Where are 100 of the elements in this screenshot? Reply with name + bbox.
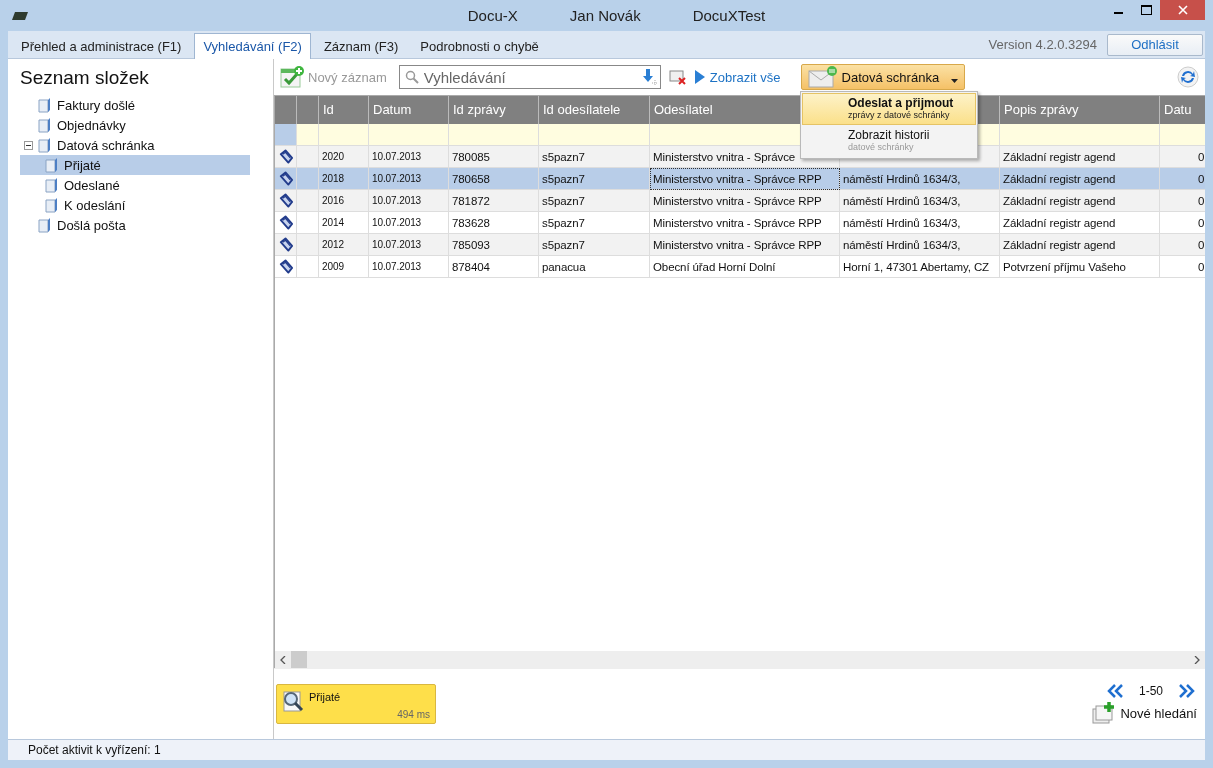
table-cell: Ministerstvo vnitra - Správce RPP [653, 172, 822, 185]
tree-item[interactable]: Došlá pošta [55, 216, 128, 234]
table-cell: s5pazn7 [542, 238, 585, 251]
tree-item[interactable]: Datová schránka [55, 136, 157, 154]
table-cell: 783628 [452, 216, 490, 229]
tree-item[interactable]: K odeslání [62, 196, 128, 214]
new-search-button[interactable]: Nové hledání [1120, 705, 1197, 721]
table-row[interactable]: 2016 10.07.2013 781872 s5pazn7 Ministerstvo vnitra - Správce RPP náměstí Hrdinů 1634/3, Základní registr agend 0 [275, 190, 1205, 212]
table-cell: náměstí Hrdinů 1634/3, [843, 172, 961, 185]
tab[interactable]: Záznam (F3) [314, 33, 408, 58]
table-cell: 0 [1198, 238, 1205, 251]
column-header[interactable]: Datu [1164, 102, 1192, 117]
table-cell: 10.07.2013 [372, 217, 422, 228]
tab[interactable]: Přehled a administrace (F1) [12, 33, 191, 58]
tile-time: 494 ms [397, 709, 430, 720]
tab[interactable]: Vyhledávání (F2) [194, 33, 311, 59]
magnifier-icon [281, 689, 305, 713]
scroll-left-icon[interactable] [280, 655, 286, 664]
table-cell: Ministerstvo vnitra - Správce RPP [653, 194, 822, 207]
folder-icon [37, 217, 51, 233]
table-cell: 10.07.2013 [372, 239, 422, 250]
table-cell: 2009 [322, 261, 344, 272]
table-cell: 0 [1198, 194, 1205, 207]
calendar-check-icon[interactable] [280, 66, 304, 88]
next-page-icon[interactable] [1179, 684, 1195, 698]
table-cell: Ministerstvo vnitra - Správce RPP [653, 216, 822, 229]
table-row[interactable]: 2012 10.07.2013 785093 s5pazn7 Ministerstvo vnitra - Správce RPP náměstí Hrdinů 1634/3, Základní registr agend 0 [275, 234, 1205, 256]
column-header[interactable]: Odesílatel [654, 102, 713, 117]
version-label: Version 4.2.0.3294 [988, 37, 1097, 52]
tile-label: Přijaté [309, 691, 341, 703]
envelope-icon [807, 66, 838, 88]
table-cell: Základní registr agend [1003, 172, 1116, 185]
window-title: Docu-X [467, 7, 518, 24]
table-cell: 2012 [322, 239, 344, 250]
table-row[interactable]: 2014 10.07.2013 783628 s5pazn7 Ministerstvo vnitra - Správce RPP náměstí Hrdinů 1634/3, Základní registr agend 0 [275, 212, 1205, 234]
refresh-icon[interactable] [1177, 66, 1199, 88]
tree-item[interactable]: Objednávky [55, 116, 128, 134]
table-cell: Základní registr agend [1003, 238, 1116, 251]
table-cell: s5pazn7 [542, 150, 585, 163]
table-row[interactable]: 2018 10.07.2013 780658 s5pazn7 Ministerstvo vnitra - Správce RPP náměstí Hrdinů 1634/3, Základní registr agend 0 [275, 168, 1205, 190]
table-cell: 2020 [322, 151, 344, 162]
column-header[interactable]: Popis zprávy [1004, 102, 1079, 117]
table-cell: 0 [1198, 150, 1205, 163]
column-header[interactable]: Id zprávy [453, 102, 506, 117]
table-cell: s5pazn7 [542, 194, 585, 207]
menu-item[interactable]: Odeslat a přijmout zprávy z datové schránky [802, 93, 976, 125]
logout-button[interactable]: Odhlásit [1107, 33, 1203, 56]
table-cell: Obecní úřad Horní Dolní [653, 260, 776, 273]
table-cell: 10.07.2013 [372, 195, 422, 206]
column-header[interactable]: Id [323, 102, 334, 117]
folder-icon [44, 197, 58, 213]
previous-page-icon[interactable] [1106, 684, 1123, 698]
collapse-icon[interactable] [24, 140, 33, 150]
table-cell: 2016 [322, 195, 344, 206]
table-cell: 781872 [452, 194, 490, 207]
tree-item[interactable]: Faktury došlé [55, 96, 138, 114]
caret-icon [951, 79, 959, 83]
table-cell: s5pazn7 [542, 172, 585, 185]
show-all-link[interactable]: Zobrazit vše [709, 69, 781, 85]
search-field[interactable]: Vyhledávání [398, 65, 661, 89]
table-cell: Ministerstvo vnitra - Správce [653, 150, 796, 163]
table-cell: 780658 [452, 172, 490, 185]
folder-icon [37, 97, 51, 113]
horizontal-scrollbar[interactable] [275, 651, 1205, 668]
add-pages-icon[interactable] [1092, 702, 1117, 724]
page-range: 1-50 [1138, 684, 1163, 698]
table-cell: Základní registr agend [1003, 194, 1116, 207]
clear-filter-icon[interactable] [668, 69, 687, 85]
table-cell: 0 [1198, 216, 1205, 229]
search-result-tile[interactable]: Přijaté 494 ms [276, 684, 436, 724]
column-header[interactable]: Id odesílatele [543, 102, 621, 117]
data-mailbox-button[interactable]: Datová schránka [800, 64, 966, 90]
status-text: Počet aktivit k vyřízení: 1 [8, 739, 1205, 760]
table-row[interactable]: 2009 10.07.2013 878404 panacua Obecní úřad Horní Dolní Horní 1, 47301 Abertamy, CZ Potvrzení příjmu Vašeho 0 [275, 256, 1205, 278]
folder-icon [44, 177, 58, 193]
table-cell: Potvrzení příjmu Vašeho [1003, 260, 1126, 273]
column-header[interactable]: Datum [373, 102, 412, 117]
table-cell: 0 [1198, 172, 1205, 185]
table-cell: 785093 [452, 238, 490, 251]
scroll-right-icon[interactable] [1194, 655, 1200, 664]
table-cell: Ministerstvo vnitra - Správce RPP [653, 238, 822, 251]
window-title: DocuXTest [692, 7, 766, 24]
sidebar-title: Seznam složek [19, 66, 150, 90]
table-cell: náměstí Hrdinů 1634/3, [843, 194, 961, 207]
table-cell: s5pazn7 [542, 216, 585, 229]
folder-icon [44, 157, 58, 173]
table-cell: 878404 [452, 260, 490, 273]
window-title: Jan Novák [569, 7, 641, 24]
table-cell: Základní registr agend [1003, 216, 1116, 229]
play-icon[interactable] [694, 70, 705, 84]
table-cell: náměstí Hrdinů 1634/3, [843, 238, 961, 251]
tab[interactable]: Podrobnosti o chybě [411, 33, 548, 58]
table-cell: 780085 [452, 150, 490, 163]
folder-icon [37, 137, 51, 153]
scrollbar-thumb[interactable] [291, 651, 307, 668]
table-cell: panacua [542, 260, 586, 273]
table-cell: Horní 1, 47301 Abertamy, CZ [843, 260, 990, 273]
table-cell: 0 [1198, 260, 1205, 273]
close-icon [1177, 5, 1188, 15]
tree-item[interactable]: Odeslané [62, 176, 122, 194]
